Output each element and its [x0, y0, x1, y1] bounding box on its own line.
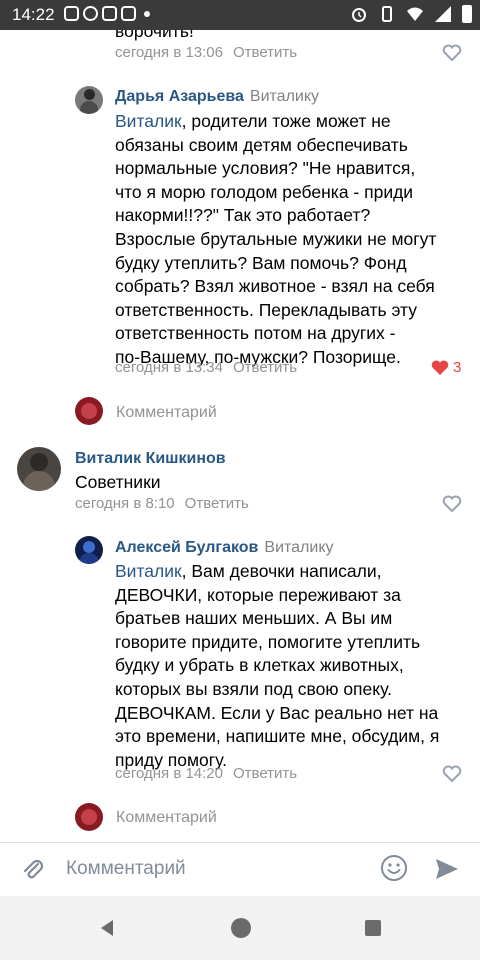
comment-timestamp: сегодня в 13:34	[115, 359, 223, 376]
mention-link[interactable]: Виталик	[115, 561, 182, 581]
comment-line: ДЕВОЧКИ, которые переживают за	[115, 584, 401, 605]
write-reply-button[interactable]: Комментарий	[116, 404, 217, 422]
comment-text: Виталик, родители тоже может не обязаны …	[115, 110, 455, 370]
reply-button[interactable]: Ответить	[233, 44, 297, 61]
attach-icon[interactable]	[20, 856, 46, 882]
reply-addressee[interactable]: Виталику	[264, 539, 333, 556]
author-name[interactable]: Алексей Булгаков	[115, 539, 258, 556]
comment-input[interactable]: Комментарий	[66, 858, 186, 880]
like-icon[interactable]	[442, 765, 462, 783]
alarm-icon	[352, 8, 366, 22]
reply-button[interactable]: Ответить	[233, 765, 297, 782]
reply-button[interactable]: Ответить	[233, 359, 297, 376]
comment-meta: сегодня в 13:06 Ответить	[115, 44, 297, 61]
reply-button[interactable]: Ответить	[185, 495, 249, 512]
comment-line: нормальные условия? "Не нравится,	[115, 158, 416, 179]
comment-line: Виталик, Вам девочки написали,	[115, 561, 382, 581]
avatar[interactable]	[17, 447, 61, 491]
comment-line: ответственность. Перекладывать эту	[115, 299, 418, 320]
comment-line: которых вы взяли под свою опеку.	[115, 678, 392, 699]
comment-meta: сегодня в 14:20 Ответить	[115, 765, 297, 782]
like-count: 3	[453, 359, 462, 376]
home-icon[interactable]	[230, 917, 252, 939]
messages-icon	[64, 6, 79, 21]
notification-icons	[64, 6, 150, 21]
comment-meta: сегодня в 13:34 Ответить	[115, 359, 297, 376]
more-notifications-icon	[144, 11, 150, 17]
emoji-icon[interactable]	[380, 854, 408, 882]
comment-line: будку и убрать в клетках животных,	[115, 655, 404, 676]
like-icon[interactable]	[442, 495, 462, 513]
wifi-icon	[407, 7, 423, 21]
comment-thread: ворочить! сегодня в 13:06 Ответить Дарья …	[0, 30, 480, 842]
whatsapp-icon	[83, 6, 98, 21]
comment-line: собрать? Взял животное - взял на себя	[115, 276, 435, 297]
comment-line: обязаны своим детям обеспечивать	[115, 134, 408, 155]
comment-line: Виталик, родители тоже может не	[115, 111, 391, 131]
comment-line: накорми!!??" Так это работает?	[115, 205, 371, 226]
comment-line: братьев наших меньших. А Вы им	[115, 608, 393, 629]
comment-meta: сегодня в 8:10 Ответить	[75, 495, 249, 512]
reply-addressee[interactable]: Виталику	[250, 88, 319, 105]
recents-icon[interactable]	[364, 919, 382, 937]
instagram-icon-2	[121, 6, 136, 21]
comment-line: говорите придите, помогите утеплить	[115, 631, 421, 652]
back-icon[interactable]	[98, 919, 116, 937]
comment-timestamp: сегодня в 13:06	[115, 44, 223, 61]
author-name[interactable]: Дарья Азарьева	[115, 88, 244, 105]
like-icon[interactable]	[442, 44, 462, 62]
comment-timestamp: сегодня в 14:20	[115, 765, 223, 782]
android-navigation-bar	[0, 896, 480, 960]
comment-header: Дарья Азарьева Виталику	[115, 88, 319, 106]
my-avatar	[75, 803, 103, 831]
signal-icon	[435, 6, 451, 22]
status-time: 14:22	[12, 5, 55, 24]
comment-line: будку утеплить? Вам помочь? Фонд	[115, 252, 407, 273]
comment-text-cut: ворочить!	[115, 30, 194, 41]
comment-line: Взрослые брутальные мужики не могут	[115, 228, 437, 249]
comment-text: Советники	[75, 472, 161, 492]
comment-timestamp: сегодня в 8:10	[75, 495, 175, 512]
author-name[interactable]: Виталик Кишкинов	[75, 450, 226, 468]
comment-line: это времени, напишите мне, обсудим, я	[115, 726, 440, 747]
comment-text: Виталик, Вам девочки написали, ДЕВОЧКИ, …	[115, 560, 455, 772]
comment-line: ответственность потом на других -	[115, 323, 396, 344]
comment-header: Алексей Булгаков Виталику	[115, 539, 334, 557]
comment-line: что я морю голодом ребенка - приди	[115, 181, 414, 202]
battery-icon	[462, 5, 472, 23]
comment-composer: Комментарий	[0, 842, 480, 897]
avatar[interactable]	[75, 536, 103, 564]
comment-line: ДЕВОЧКАМ. Если у Вас реально нет на	[115, 702, 439, 723]
instagram-icon	[102, 6, 117, 21]
status-bar: 14:22	[0, 0, 480, 30]
write-reply-button[interactable]: Комментарий	[116, 809, 217, 827]
status-right	[350, 5, 472, 23]
vibrate-icon	[382, 6, 392, 22]
mention-link[interactable]: Виталик	[115, 111, 182, 131]
avatar[interactable]	[75, 86, 103, 114]
my-avatar	[75, 397, 103, 425]
like-icon-active[interactable]	[430, 359, 450, 377]
send-icon[interactable]	[434, 856, 460, 882]
